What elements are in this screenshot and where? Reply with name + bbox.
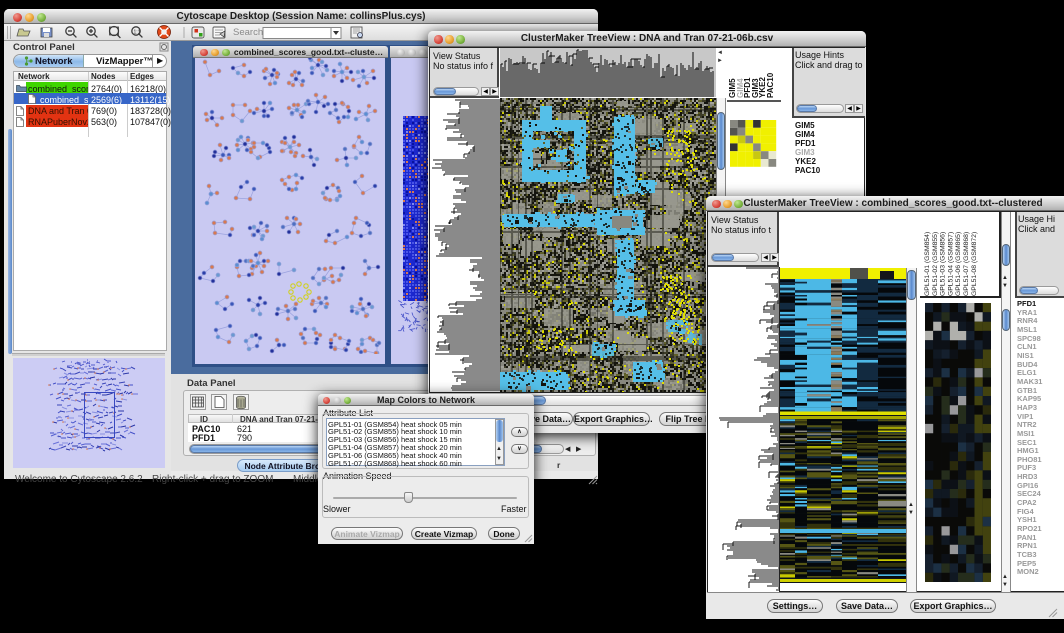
svg-text:Search:: Search: — [233, 27, 266, 38]
svg-text:GPL51-08 (GSM872): GPL51-08 (GSM872) — [971, 232, 978, 296]
svg-text:GPL51-04 (GSM857): GPL51-04 (GSM857) — [947, 232, 954, 296]
svg-text:PAC10: PAC10 — [766, 72, 775, 98]
svg-text:GPL51-06 (GSM865): GPL51-06 (GSM865) — [955, 232, 962, 296]
svg-text:1:1: 1:1 — [134, 30, 141, 36]
svg-text:GPL51-03 (GSM856): GPL51-03 (GSM856) — [940, 232, 947, 296]
svg-text:GPL51-02 (GSM855): GPL51-02 (GSM855) — [932, 232, 939, 296]
svg-text:GPL51-07 (GSM868): GPL51-07 (GSM868) — [963, 232, 970, 296]
svg-text:GPL51-01 (GSM854): GPL51-01 (GSM854) — [924, 232, 931, 296]
